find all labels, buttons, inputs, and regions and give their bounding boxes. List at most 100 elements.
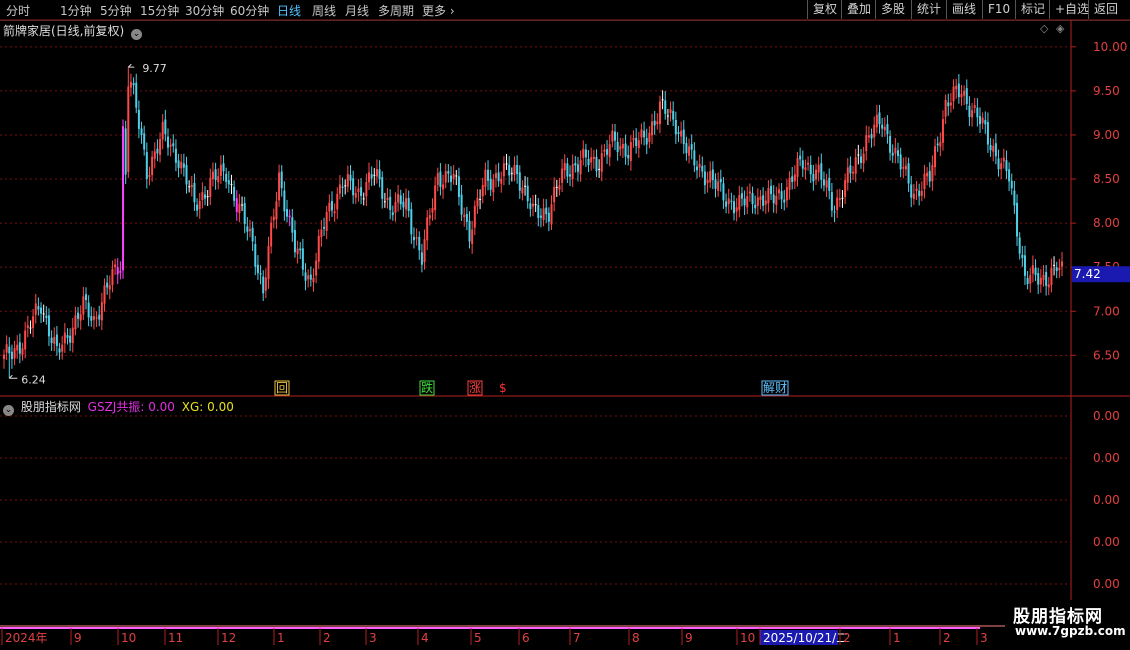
candle-body <box>391 212 394 216</box>
candle-body <box>677 132 680 134</box>
candle-body <box>323 226 326 229</box>
candle-body <box>508 164 511 176</box>
candle-body <box>328 202 331 212</box>
candle-body <box>759 196 762 200</box>
candle-body <box>791 176 794 183</box>
candle-body <box>151 156 154 175</box>
multi-stock-button[interactable]: 多股 <box>875 0 910 19</box>
candle-body <box>47 315 50 337</box>
statistics-button[interactable]: 统计 <box>911 0 946 19</box>
candle-body <box>569 174 572 177</box>
tab-5min[interactable]: 5分钟 <box>100 2 132 19</box>
candle-body <box>436 173 439 185</box>
candle-body <box>450 175 453 182</box>
candle-body <box>5 344 8 353</box>
candle-body <box>209 177 212 198</box>
candle-body <box>775 195 778 205</box>
candle-body <box>865 135 868 152</box>
indicator-line1: GSZJ共振: 0.00 <box>87 400 175 414</box>
candle-body <box>426 217 429 241</box>
candle-body <box>325 211 328 231</box>
tab-more-label: 更多 <box>422 4 447 18</box>
overlay-button[interactable]: 叠加 <box>841 0 876 19</box>
candle-body <box>992 145 995 152</box>
tab-1min[interactable]: 1分钟 <box>60 2 92 19</box>
candle-body <box>878 112 881 125</box>
candle-body <box>936 143 939 146</box>
tab-15min[interactable]: 15分钟 <box>140 2 179 19</box>
candle-body <box>587 158 590 166</box>
draw-line-button[interactable]: 画线 <box>946 0 981 19</box>
tab-daily[interactable]: 日线 <box>277 2 301 19</box>
time-tick-label: 3 <box>369 631 377 645</box>
indicator-menu-icon[interactable]: ⌄ <box>3 405 14 416</box>
candle-body <box>645 138 648 145</box>
title-menu-icon[interactable]: ⌄ <box>131 29 143 40</box>
candle-body <box>119 270 122 273</box>
tab-fenshi[interactable]: 分时 <box>6 2 30 19</box>
candle-body <box>370 174 373 179</box>
candle-body <box>505 163 508 165</box>
candle-body <box>283 190 286 212</box>
candle-body <box>87 302 90 318</box>
tab-more[interactable]: 更多 › <box>422 2 455 19</box>
candle-body <box>354 192 357 198</box>
settings-icon[interactable]: ◈ <box>1056 22 1064 35</box>
candle-body <box>672 110 675 120</box>
candle-body <box>389 196 392 210</box>
candle-body <box>521 187 524 194</box>
candle-body <box>246 226 249 232</box>
candle-body <box>915 188 918 192</box>
candle-body <box>336 193 339 210</box>
current-price-label: 7.42 <box>1074 267 1101 281</box>
candle-body <box>248 229 251 232</box>
candle-body <box>111 269 114 286</box>
back-button[interactable]: 返回 <box>1088 0 1123 19</box>
candle-body <box>222 163 225 172</box>
candle-body <box>682 129 685 145</box>
candle-body <box>201 192 204 201</box>
candle-body <box>304 272 307 281</box>
price-tick-label: 6.50 <box>1093 348 1120 362</box>
candle-body <box>357 188 360 193</box>
candle-body <box>301 248 304 270</box>
candle-body <box>785 187 788 201</box>
price-tick-label: 9.50 <box>1093 84 1120 98</box>
candle-body <box>640 129 643 138</box>
candle-body <box>3 354 5 360</box>
candle-body <box>235 198 238 212</box>
tab-multi-period[interactable]: 多周期 <box>378 2 414 19</box>
candle-body <box>124 128 127 175</box>
candle-body <box>172 143 175 147</box>
candle-body <box>447 171 450 174</box>
candle-body <box>460 194 463 215</box>
time-tick-label: 2 <box>843 631 851 645</box>
candle-body <box>926 172 929 177</box>
candle-body <box>621 144 624 149</box>
f10-button[interactable]: F10 <box>982 0 1015 19</box>
tab-weekly[interactable]: 周线 <box>312 2 336 19</box>
candle-body <box>349 174 352 181</box>
candle-body <box>34 303 37 315</box>
candle-body <box>635 137 638 146</box>
candle-body <box>188 186 191 188</box>
candle-body <box>397 193 400 203</box>
candle-body <box>949 102 952 106</box>
candle-body <box>889 136 892 153</box>
candle-body <box>1061 261 1063 267</box>
tab-60min[interactable]: 60分钟 <box>230 2 269 19</box>
tab-30min[interactable]: 30分钟 <box>185 2 224 19</box>
stock-title: 箭牌家居(日线,前复权) <box>3 24 125 38</box>
candle-body <box>50 337 53 344</box>
candle-body <box>492 179 495 193</box>
candle-body <box>653 120 656 126</box>
candle-body <box>931 165 934 182</box>
indicator-tick-label: 0.00 <box>1093 493 1120 507</box>
candle-body <box>204 194 207 199</box>
diamond-icon[interactable]: ◇ <box>1040 22 1048 35</box>
fuquan-button[interactable]: 复权 <box>807 0 842 19</box>
mark-button[interactable]: 标记 <box>1015 0 1050 19</box>
event-marker: $ <box>499 381 507 395</box>
tab-monthly[interactable]: 月线 <box>345 2 369 19</box>
candle-body <box>1029 275 1032 284</box>
